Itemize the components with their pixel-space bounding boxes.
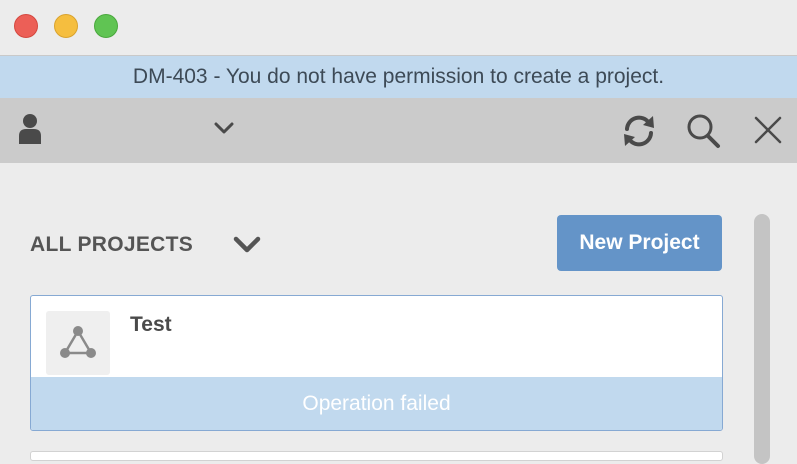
new-project-button[interactable]: New Project bbox=[557, 215, 722, 271]
window-close-button[interactable] bbox=[14, 14, 38, 38]
project-card[interactable] bbox=[30, 451, 723, 461]
account-dropdown-chevron-icon[interactable] bbox=[213, 120, 235, 136]
window-minimize-button[interactable] bbox=[54, 14, 78, 38]
window-zoom-button[interactable] bbox=[94, 14, 118, 38]
chevron-down-icon[interactable] bbox=[232, 234, 262, 256]
refresh-icon[interactable] bbox=[620, 112, 658, 150]
user-icon[interactable] bbox=[17, 112, 43, 144]
error-banner: DM-403 - You do not have permission to c… bbox=[0, 56, 797, 98]
project-name: Test bbox=[130, 313, 172, 336]
scrollbar-thumb[interactable] bbox=[754, 214, 770, 464]
project-status-message: Operation failed bbox=[31, 377, 722, 430]
project-card[interactable]: Test Operation failed bbox=[30, 295, 723, 431]
project-thumbnail bbox=[46, 311, 110, 375]
projects-filter-label[interactable]: ALL PROJECTS bbox=[30, 231, 193, 259]
window-titlebar bbox=[0, 0, 797, 56]
close-icon[interactable] bbox=[754, 116, 782, 144]
toolbar bbox=[0, 98, 797, 163]
project-graph-icon bbox=[60, 326, 96, 358]
search-icon[interactable] bbox=[686, 112, 722, 150]
